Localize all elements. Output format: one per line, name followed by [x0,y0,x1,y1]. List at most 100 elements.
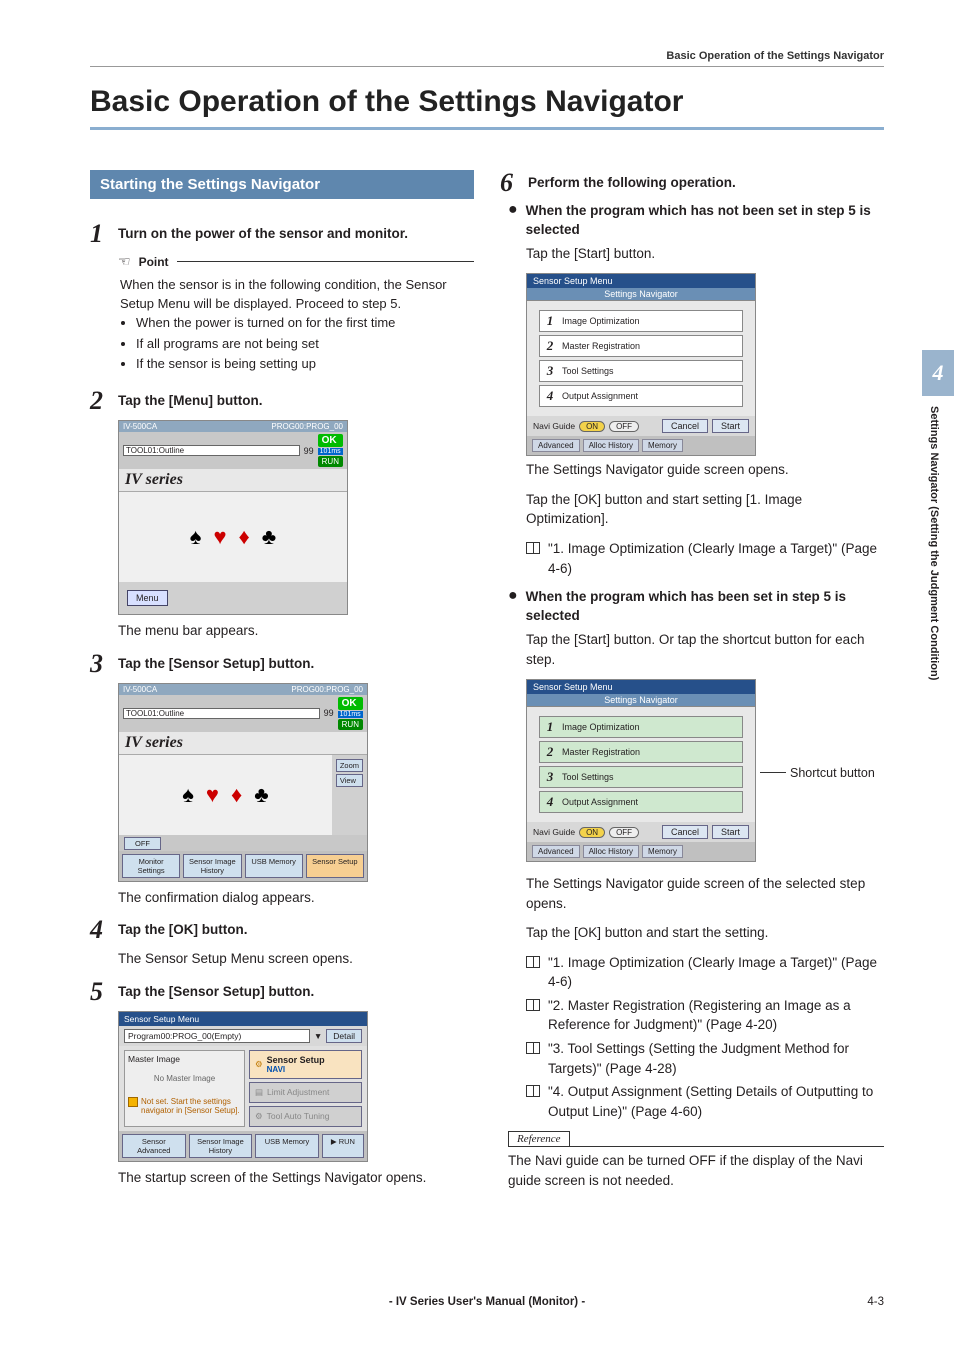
point-intro: When the sensor is in the following cond… [120,276,472,314]
point-bullet: When the power is turned on for the firs… [136,314,472,333]
play-icon: ▶ [331,1137,337,1146]
point-box: ☜ Point When the sensor is in the follow… [118,253,474,374]
case-a-heading: ● When the program which has not been se… [508,202,884,240]
score-value: 99 [304,446,314,456]
bullet-icon: ● [508,202,518,218]
step-caption: The menu bar appears. [118,621,474,641]
tab-sensor-history[interactable]: Sensor Image History [183,854,241,878]
tool-dropdown[interactable]: TOOL01:Outline [123,708,320,719]
step-text: Tap the [Menu] button. [118,388,262,411]
nav-item-label: Master Registration [562,747,640,757]
reference-link: "2. Master Registration (Registering an … [526,996,884,1035]
start-button[interactable]: Start [712,419,749,433]
nav-item-master-reg[interactable]: 2Master Registration [539,335,743,357]
spade-icon: ♠ [190,524,202,550]
sensor-setup-button[interactable]: ⚙ Sensor Setup NAVI [249,1050,362,1079]
tool-dropdown[interactable]: TOOL01:Outline [123,445,300,456]
step-text: Tap the [Sensor Setup] button. [118,979,314,1002]
case-a-instruction: Tap the [Start] button. [526,244,884,264]
step-3: 3 Tap the [Sensor Setup] button. [90,651,474,677]
tab-advanced[interactable]: Advanced [532,439,580,452]
master-label: Master Image [128,1054,241,1064]
tab-sensor-history[interactable]: Sensor Image History [189,1134,253,1158]
reference-link: "1. Image Optimization (Clearly Image a … [526,539,884,578]
page-title: Basic Operation of the Settings Navigato… [90,85,884,130]
case-b-after1: The Settings Navigator guide screen of t… [526,874,884,913]
nav-item-output-assign[interactable]: 4Output Assignment [539,791,743,813]
nav-item-label: Image Optimization [562,722,640,732]
tab-history[interactable]: Alloc History [583,845,639,858]
tab-usb-memory[interactable]: USB Memory [245,854,303,878]
prog-label: PROG00:PROG_00 [291,685,363,694]
limit-adjust-button[interactable]: ▤ Limit Adjustment [249,1082,362,1103]
book-icon [526,956,540,968]
tab-sensor-setup[interactable]: Sensor Setup [306,854,364,878]
club-icon: ♣ [262,524,276,550]
reference-link: "3. Tool Settings (Setting the Judgment … [526,1039,884,1078]
reference-box: Reference The Navi guide can be turned O… [508,1129,884,1190]
slider-icon: ▤ [255,1087,263,1098]
cancel-button[interactable]: Cancel [662,419,708,433]
tab-memory[interactable]: Memory [642,439,683,452]
detail-button[interactable]: Detail [326,1029,362,1043]
case-a-text: When the program which has not been set … [526,202,884,240]
nav-item-output-assign[interactable]: 4Output Assignment [539,385,743,407]
nav-item-tool-settings[interactable]: 3Tool Settings [539,360,743,382]
start-button[interactable]: Start [712,825,749,839]
nav-item-label: Master Registration [562,341,640,351]
auto-tuning-button[interactable]: ⚙ Tool Auto Tuning [249,1106,362,1127]
sensor-setup-label: Sensor Setup [267,1055,325,1065]
navi-on-button[interactable]: ON [579,421,605,432]
tab-monitor-settings[interactable]: Monitor Settings [122,854,180,878]
step-5: 5 Tap the [Sensor Setup] button. [90,979,474,1005]
tab-usb-memory[interactable]: USB Memory [255,1134,319,1158]
model-label: IV-500CA [123,422,157,431]
step-text: Tap the [OK] button. [118,917,247,940]
nav-item-master-reg[interactable]: 2Master Registration [539,741,743,763]
step-number: 6 [500,170,520,196]
menu-button[interactable]: Menu [127,590,168,606]
reference-text: "4. Output Assignment (Setting Details o… [548,1082,884,1121]
case-a-after2: Tap the [OK] button and start setting [1… [526,490,884,529]
tab-history[interactable]: Alloc History [583,439,639,452]
step-caption: The confirmation dialog appears. [118,888,474,908]
tab-memory[interactable]: Memory [642,845,683,858]
cancel-button[interactable]: Cancel [662,825,708,839]
warning-text: Not set. Start the settings navigator in… [141,1097,241,1115]
zoom-button[interactable]: Zoom [336,759,363,772]
score-value: 99 [324,708,334,718]
auto-label: Tool Auto Tuning [267,1111,330,1121]
step-number: 1 [90,221,110,247]
heart-icon: ♥ [206,782,219,808]
ok-badge: OK [318,434,343,447]
tab-sensor-advanced[interactable]: Sensor Advanced [122,1134,186,1158]
screenshot-settings-navigator-a: Sensor Setup Menu Settings Navigator 1Im… [526,273,756,456]
page-footer: - IV Series User's Manual (Monitor) - 4-… [90,1296,884,1308]
reference-link: "1. Image Optimization (Clearly Image a … [526,953,884,992]
view-button[interactable]: View [336,774,363,787]
navi-on-button[interactable]: ON [579,827,605,838]
step-number: 4 [90,917,110,943]
navi-off-button[interactable]: OFF [609,827,639,838]
nav-item-label: Tool Settings [562,366,614,376]
nav-item-tool-settings[interactable]: 3Tool Settings [539,766,743,788]
step-4: 4 Tap the [OK] button. [90,917,474,943]
off-button[interactable]: OFF [124,837,161,850]
navi-off-button[interactable]: OFF [609,421,639,432]
gear-icon: ⚙ [255,1111,263,1122]
nav-item-image-opt[interactable]: 1Image Optimization [539,716,743,738]
step-number: 3 [90,651,110,677]
nav-item-image-opt[interactable]: 1Image Optimization [539,310,743,332]
iv-series-label: IV series [119,469,347,492]
program-dropdown[interactable]: Program00:PROG_00(Empty) [124,1029,310,1043]
limit-label: Limit Adjustment [267,1087,329,1097]
screenshot-menu: IV-500CAPROG00:PROG_00 TOOL01:Outline 99… [118,420,348,615]
nav-item-label: Output Assignment [562,797,638,807]
ms-badge: 101ms [318,448,343,455]
section-heading: Starting the Settings Navigator [90,170,474,199]
left-column: Starting the Settings Navigator 1 Turn o… [90,170,474,1197]
tab-advanced[interactable]: Advanced [532,845,580,858]
point-bullet: If the sensor is being setting up [136,355,472,374]
screenshot-program-setup: Sensor Setup Menu Program00:PROG_00(Empt… [118,1011,368,1162]
ms-badge: 101ms [338,711,363,718]
